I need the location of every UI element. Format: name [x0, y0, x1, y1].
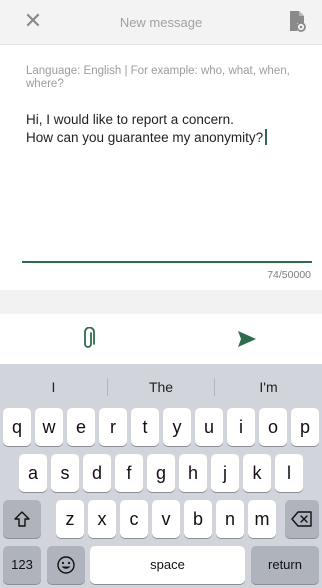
- space-key[interactable]: space: [90, 546, 245, 584]
- key-m[interactable]: m: [248, 500, 276, 538]
- key-w[interactable]: w: [35, 408, 63, 446]
- input-hint: Language: English | For example: who, wh…: [26, 65, 290, 90]
- key-k[interactable]: k: [243, 454, 271, 492]
- message-line: How can you guarantee my anonymity?: [26, 130, 264, 145]
- key-z[interactable]: z: [56, 500, 84, 538]
- key-r[interactable]: r: [99, 408, 127, 446]
- suggestion-bar: I The I'm: [0, 374, 322, 400]
- key-y[interactable]: y: [163, 408, 191, 446]
- key-g[interactable]: g: [147, 454, 175, 492]
- emoji-icon[interactable]: [47, 546, 85, 584]
- message-input[interactable]: Hi, I would like to report a concern. Ho…: [26, 111, 311, 147]
- message-line: Hi, I would like to report a concern.: [26, 112, 234, 127]
- key-a[interactable]: a: [19, 454, 47, 492]
- key-x[interactable]: x: [88, 500, 116, 538]
- key-h[interactable]: h: [179, 454, 207, 492]
- key-o[interactable]: o: [259, 408, 287, 446]
- suggestion-item[interactable]: I'm: [215, 374, 322, 400]
- key-v[interactable]: v: [152, 500, 180, 538]
- key-f[interactable]: f: [115, 454, 143, 492]
- key-s[interactable]: s: [51, 454, 79, 492]
- page-title: New message: [119, 15, 203, 30]
- action-bar: [0, 314, 322, 364]
- key-l[interactable]: l: [275, 454, 303, 492]
- suggestion-item[interactable]: The: [108, 374, 214, 400]
- key-c[interactable]: c: [120, 500, 148, 538]
- key-t[interactable]: t: [131, 408, 159, 446]
- character-counter: 74/50000: [267, 269, 311, 281]
- text-caret: [265, 129, 267, 145]
- paperclip-icon[interactable]: [80, 326, 96, 351]
- key-u[interactable]: u: [195, 408, 223, 446]
- key-e[interactable]: e: [67, 408, 95, 446]
- numbers-key[interactable]: 123: [3, 546, 41, 584]
- input-underline: [22, 261, 312, 263]
- header-bar: ✕ New message: [0, 0, 322, 45]
- shift-icon[interactable]: [3, 500, 41, 538]
- key-b[interactable]: b: [184, 500, 212, 538]
- key-p[interactable]: p: [291, 408, 319, 446]
- key-d[interactable]: d: [83, 454, 111, 492]
- key-i[interactable]: i: [227, 408, 255, 446]
- key-j[interactable]: j: [211, 454, 239, 492]
- key-n[interactable]: n: [216, 500, 244, 538]
- return-key[interactable]: return: [251, 546, 319, 584]
- backspace-icon[interactable]: [285, 500, 319, 538]
- document-settings-icon[interactable]: [288, 10, 306, 32]
- send-icon[interactable]: [237, 330, 257, 348]
- key-q[interactable]: q: [3, 408, 31, 446]
- suggestion-item[interactable]: I: [0, 374, 107, 400]
- message-editor[interactable]: Language: English | For example: who, wh…: [0, 45, 322, 290]
- keyboard: I The I'm q w e r t y u i o p a s d f g …: [0, 364, 322, 588]
